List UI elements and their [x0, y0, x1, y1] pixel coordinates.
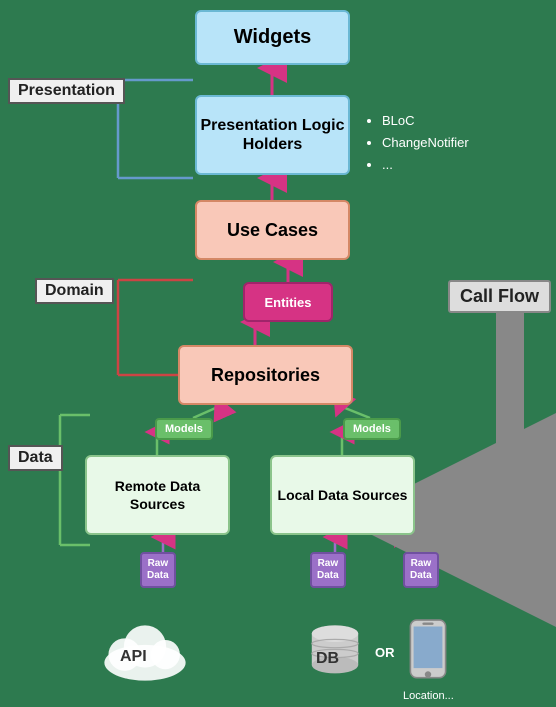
plh-box: Presentation Logic Holders	[195, 95, 350, 175]
diagram-container: Widgets Presentation Logic Holders BLoC …	[0, 0, 556, 707]
repositories-label: Repositories	[211, 365, 320, 386]
api-label: API	[120, 648, 147, 666]
entities-label: Entities	[265, 295, 312, 310]
presentation-label: Presentation	[8, 78, 125, 104]
model-badge-local: Models	[343, 418, 401, 440]
phone-icon	[408, 618, 448, 683]
widgets-box: Widgets	[195, 10, 350, 65]
raw-data-badge-local: RawData	[310, 552, 346, 588]
raw-data-badge-remote: RawData	[140, 552, 176, 588]
bullet-item-ellipsis: ...	[382, 154, 469, 176]
widgets-label: Widgets	[234, 26, 312, 49]
data-label: Data	[8, 445, 63, 471]
bullet-list: BLoC ChangeNotifier ...	[368, 110, 469, 176]
local-ds-box: Local Data Sources	[270, 455, 415, 535]
bullet-item-changenotifier: ChangeNotifier	[382, 132, 469, 154]
call-flow-label: Call Flow	[448, 280, 551, 313]
bullet-item-bloc: BLoC	[382, 110, 469, 132]
repositories-box: Repositories	[178, 345, 353, 405]
remote-ds-box: Remote Data Sources	[85, 455, 230, 535]
remote-ds-label: Remote Data Sources	[87, 477, 228, 513]
domain-label: Domain	[35, 278, 114, 304]
location-label: Location...	[403, 690, 454, 702]
entities-box: Entities	[243, 282, 333, 322]
local-ds-label: Local Data Sources	[278, 486, 408, 504]
db-label: DB	[316, 650, 339, 668]
use-cases-label: Use Cases	[227, 220, 318, 241]
plh-label: Presentation Logic Holders	[197, 116, 348, 154]
raw-data-badge-local2: RawData	[403, 552, 439, 588]
use-cases-box: Use Cases	[195, 200, 350, 260]
model-badge-remote: Models	[155, 418, 213, 440]
or-text: OR	[375, 645, 395, 660]
